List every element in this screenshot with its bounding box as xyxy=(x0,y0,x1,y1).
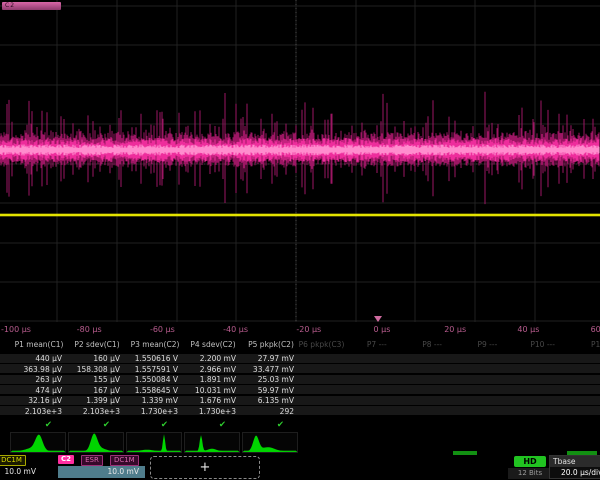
hd-mode-badge: HD xyxy=(514,456,546,467)
measure-value-cell: 6.135 mV xyxy=(242,396,300,405)
measure-value-cell: 1.891 mV xyxy=(184,375,242,384)
oscilloscope-screen: C2 -100 µs -80 µs -60 µs -40 µs -20 µs 0 µs 20… xyxy=(0,0,600,480)
measure-value-cell: 1.339 mV xyxy=(126,396,184,405)
measure-value-cell: 1.676 mV xyxy=(184,396,242,405)
descriptor-bar: C1 DC1M 10.0 mV C2 ESR DC1M 10.0 mV + HD… xyxy=(0,455,600,480)
timebase-descriptor[interactable]: Tbase 20.0 µs/div xyxy=(549,455,600,479)
time-tick-label: 0 µs xyxy=(350,325,414,334)
measure-value-cell: 1.550084 V xyxy=(126,375,184,384)
measure-value-cell: 59.97 mV xyxy=(242,386,300,395)
histicon[interactable] xyxy=(68,432,124,453)
measure-status-check: ✔ xyxy=(126,420,182,430)
measure-value-cell: 160 µV xyxy=(68,354,126,363)
time-tick-label: 60 µs xyxy=(570,325,600,334)
time-tick-label: -100 µs xyxy=(0,325,48,334)
add-trace-button[interactable]: + xyxy=(150,456,260,479)
histicon-graph xyxy=(127,433,181,452)
c2-channel-badge: C2 xyxy=(58,455,74,464)
measure-col-header[interactable]: P10 --- xyxy=(515,340,570,349)
measure-value-cell: 292 xyxy=(242,407,300,416)
measure-value-cell: 158.308 µV xyxy=(68,365,126,374)
measure-value-cell: 1.558645 V xyxy=(126,386,184,395)
c1-trace[interactable] xyxy=(0,214,600,217)
measure-status-check: ✔ xyxy=(68,420,124,430)
measure-col-header[interactable]: P7 --- xyxy=(349,340,404,349)
measure-value-cell: 2.103e+3 xyxy=(68,407,126,416)
channel-descriptor-c2[interactable]: C2 ESR DC1M 10.0 mV xyxy=(58,455,145,479)
measure-status-check: ✔ xyxy=(10,420,66,430)
timebase-value: 20.0 µs/div xyxy=(550,467,600,479)
measure-col-header[interactable]: P11 xyxy=(571,340,600,349)
c2-trace-core[interactable] xyxy=(0,145,599,156)
c1-scale-value: 10.0 mV xyxy=(0,466,42,478)
histicon[interactable] xyxy=(10,432,66,453)
trace-annotation-badge: C2 xyxy=(2,2,61,10)
measure-col-header[interactable]: P3 mean(C2) xyxy=(126,340,184,349)
c2-coupling-badge: DC1M xyxy=(110,455,139,466)
measure-col-header[interactable]: P1 mean(C1) xyxy=(10,340,68,349)
measure-value-cell: 1.557591 V xyxy=(126,365,184,374)
measure-value-cell: 363.98 µV xyxy=(10,365,68,374)
histicon-shape xyxy=(11,435,65,452)
measure-value-cell: 2.103e+3 xyxy=(10,407,68,416)
histicon[interactable] xyxy=(242,432,298,453)
resolution-bits-label: 12 Bits xyxy=(508,468,552,479)
channel-descriptor-c1[interactable]: C1 DC1M 10.0 mV xyxy=(0,455,57,479)
waveform-display[interactable] xyxy=(0,0,600,322)
measure-value-cell: 25.03 mV xyxy=(242,375,300,384)
c2-scale-value: 10.0 mV xyxy=(58,466,145,478)
measure-value-cell: 2.966 mV xyxy=(184,365,242,374)
histicon-graph xyxy=(185,433,239,452)
measure-value-cell: 155 µV xyxy=(68,375,126,384)
measure-value-cell: 2.200 mV xyxy=(184,354,242,363)
time-axis: -100 µs -80 µs -60 µs -40 µs -20 µs 0 µs 20 µs… xyxy=(0,322,600,337)
measure-value-cell: 32.16 µV xyxy=(10,396,68,405)
histicon-shape xyxy=(127,434,181,452)
histicon[interactable] xyxy=(184,432,240,453)
histicon-strip xyxy=(0,432,600,453)
histicon-shape xyxy=(185,435,239,452)
time-tick-label: -40 µs xyxy=(204,325,268,334)
c1-coupling-badge: DC1M xyxy=(0,455,26,466)
timebase-label: Tbase xyxy=(550,456,600,467)
histicon-graph xyxy=(243,433,297,452)
measure-status-check: ✔ xyxy=(184,420,240,430)
histicon-shape xyxy=(243,436,297,453)
measure-col-header[interactable]: P6 pkpk(C3) xyxy=(294,340,349,349)
measure-value-cell: 1.730e+3 xyxy=(126,407,184,416)
measure-value-cell: 27.97 mV xyxy=(242,354,300,363)
measure-col-header[interactable]: P8 --- xyxy=(405,340,460,349)
c2-eres-badge: ESR xyxy=(81,455,103,466)
measure-value-cell: 1.399 µV xyxy=(68,396,126,405)
measure-value-cell: 263 µV xyxy=(10,375,68,384)
histicon[interactable] xyxy=(126,432,182,453)
time-tick-label: -60 µs xyxy=(130,325,194,334)
time-tick-label: -20 µs xyxy=(277,325,341,334)
time-tick-label: 40 µs xyxy=(496,325,560,334)
measure-value-cell: 167 µV xyxy=(68,386,126,395)
measure-col-header[interactable]: P4 sdev(C2) xyxy=(184,340,242,349)
histicon-graph xyxy=(11,433,65,452)
measure-col-header[interactable]: P9 --- xyxy=(460,340,515,349)
histicon-graph xyxy=(69,433,123,452)
measure-col-header[interactable]: P2 sdev(C1) xyxy=(68,340,126,349)
measure-value-cell: 33.477 mV xyxy=(242,365,300,374)
measure-status-check: ✔ xyxy=(242,420,298,430)
measure-value-cell: 1.550616 V xyxy=(126,354,184,363)
measure-value-cell: 440 µV xyxy=(10,354,68,363)
measure-table: 440 µV160 µV1.550616 V2.200 mV27.97 mV 36… xyxy=(0,338,600,431)
time-tick-label: -80 µs xyxy=(57,325,121,334)
measure-value-cell: 1.730e+3 xyxy=(184,407,242,416)
time-tick-label: 20 µs xyxy=(423,325,487,334)
histicon-shape xyxy=(69,434,123,453)
measure-value-cell: 474 µV xyxy=(10,386,68,395)
measure-value-cell: 10.031 mV xyxy=(184,386,242,395)
measure-col-header[interactable]: P5 pkpk(C2) xyxy=(242,340,300,349)
